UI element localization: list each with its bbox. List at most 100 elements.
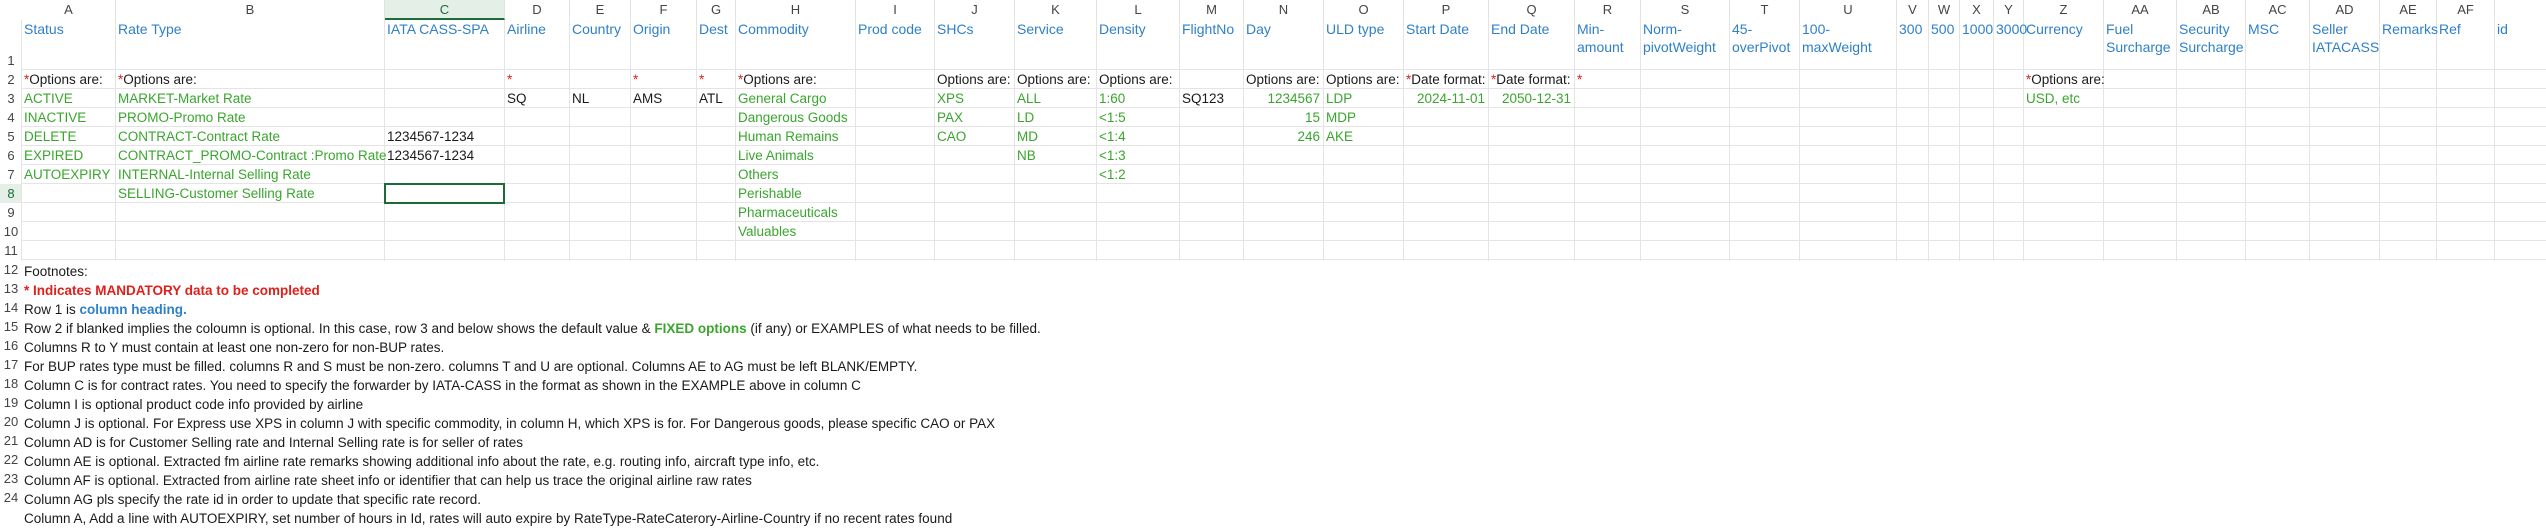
column-header-N[interactable]: N xyxy=(1244,0,1324,20)
cell-H9[interactable]: Pharmaceuticals xyxy=(736,203,838,222)
column-header-K[interactable]: K xyxy=(1015,0,1097,20)
cell-B2[interactable]: *Options are: xyxy=(116,70,197,89)
footnote-24[interactable]: Column A, Add a line with AUTOEXPIRY, se… xyxy=(24,509,952,528)
cell-C5[interactable]: 1234567-1234 xyxy=(385,127,474,146)
column-header-AB[interactable]: AB xyxy=(2177,0,2246,20)
cell-R2[interactable]: * xyxy=(1575,70,1582,89)
footnote-15[interactable]: Columns R to Y must contain at least one… xyxy=(24,338,444,357)
cell-K5[interactable]: MD xyxy=(1015,127,1038,146)
cell-Z1[interactable]: Currency xyxy=(2024,20,2104,70)
cell-L1[interactable]: Density xyxy=(1097,20,1180,70)
cell-AE1[interactable]: Remarks xyxy=(2380,20,2438,70)
cell-B4[interactable]: PROMO-Promo Rate xyxy=(116,108,246,127)
row-header-7[interactable]: 7 xyxy=(0,165,22,184)
cell-G2[interactable]: * xyxy=(697,70,704,89)
cell-J1[interactable]: SHCs xyxy=(935,20,1015,70)
cell-J2[interactable]: Options are: xyxy=(935,70,1011,89)
cell-Z2[interactable]: *Options are: xyxy=(2024,70,2105,89)
footnote-title[interactable]: Footnotes: xyxy=(24,262,88,281)
cell-D1[interactable]: Airline xyxy=(505,20,570,70)
footnote-21[interactable]: Column AE is optional. Extracted fm airl… xyxy=(24,452,819,471)
active-cell-selection[interactable] xyxy=(384,183,505,204)
row-header-2[interactable]: 2 xyxy=(0,70,22,89)
footnote-row1[interactable]: Row 1 is column heading. xyxy=(24,300,187,319)
cell-AB1[interactable]: Security Surcharge xyxy=(2177,20,2246,70)
row-header-11[interactable]: 11 xyxy=(0,241,22,260)
column-header-A[interactable]: A xyxy=(22,0,116,20)
cell-A4[interactable]: INACTIVE xyxy=(22,108,86,127)
cell-B6[interactable]: CONTRACT_PROMO-Contract :Promo Rate xyxy=(116,146,387,165)
cell-E3[interactable]: NL xyxy=(570,89,589,108)
row-header-17[interactable]: 17 xyxy=(0,355,22,374)
cell-H5[interactable]: Human Remains xyxy=(736,127,839,146)
cell-AD1[interactable]: Seller IATACASS xyxy=(2310,20,2380,70)
row-header-8[interactable]: 8 xyxy=(0,184,22,203)
cell-U1[interactable]: 100-maxWeight xyxy=(1800,20,1897,70)
row-header-23[interactable]: 23 xyxy=(0,469,22,488)
footnote-row2[interactable]: Row 2 if blanked implies the coloumn is … xyxy=(24,319,1041,338)
column-header-F[interactable]: F xyxy=(631,0,697,20)
cell-G3[interactable]: ATL xyxy=(697,89,723,108)
column-header-B[interactable]: B xyxy=(116,0,385,20)
cell-E1[interactable]: Country xyxy=(570,20,631,70)
cell-N5[interactable]: 246 xyxy=(1244,127,1324,146)
row-header-19[interactable]: 19 xyxy=(0,393,22,412)
cell-H2[interactable]: *Options are: xyxy=(736,70,817,89)
row-header-3[interactable]: 3 xyxy=(0,89,22,108)
cell-K6[interactable]: NB xyxy=(1015,146,1036,165)
cell-H3[interactable]: General Cargo xyxy=(736,89,827,108)
column-header-V[interactable]: V xyxy=(1897,0,1929,20)
cell-Z3[interactable]: USD, etc xyxy=(2024,89,2080,108)
cell-H7[interactable]: Others xyxy=(736,165,779,184)
cell-D3[interactable]: SQ xyxy=(505,89,527,108)
column-header-C[interactable]: C xyxy=(385,0,505,20)
cell-M3[interactable]: SQ123 xyxy=(1180,89,1224,108)
row-header-4[interactable]: 4 xyxy=(0,108,22,127)
cell-B1[interactable]: Rate Type xyxy=(116,20,385,70)
cell-L4[interactable]: <1:5 xyxy=(1097,108,1126,127)
column-header-D[interactable]: D xyxy=(505,0,570,20)
row-header-18[interactable]: 18 xyxy=(0,374,22,393)
column-header-G[interactable]: G xyxy=(697,0,736,20)
cell-P3[interactable]: 2024-11-01 xyxy=(1404,89,1489,108)
cell-I1[interactable]: Prod code xyxy=(856,20,935,70)
cell-S1[interactable]: Norm-pivotWeight xyxy=(1641,20,1730,70)
cell-L2[interactable]: Options are: xyxy=(1097,70,1173,89)
column-header-Y[interactable]: Y xyxy=(1994,0,2024,20)
cell-L3[interactable]: 1:60 xyxy=(1097,89,1125,108)
cell-P1[interactable]: Start Date xyxy=(1404,20,1489,70)
footnote-22[interactable]: Column AF is optional. Extracted from ai… xyxy=(24,471,752,490)
cell-O5[interactable]: AKE xyxy=(1324,127,1353,146)
cell-X1[interactable]: 1000 xyxy=(1960,20,1994,70)
cell-N3[interactable]: 1234567 xyxy=(1244,89,1324,108)
cell-R1[interactable]: Min-amount xyxy=(1575,20,1641,70)
column-header-W[interactable]: W xyxy=(1929,0,1960,20)
column-header-L[interactable]: L xyxy=(1097,0,1180,20)
cell-B5[interactable]: CONTRACT-Contract Rate xyxy=(116,127,280,146)
column-header-O[interactable]: O xyxy=(1324,0,1404,20)
cell-A5[interactable]: DELETE xyxy=(22,127,77,146)
cell-A6[interactable]: EXPIRED xyxy=(22,146,83,165)
cell-B8[interactable]: SELLING-Customer Selling Rate xyxy=(116,184,315,203)
cell-K2[interactable]: Options are: xyxy=(1015,70,1091,89)
cell-AG1[interactable]: id xyxy=(2495,20,2546,70)
cell-W1[interactable]: 500 xyxy=(1929,20,1960,70)
row-header-6[interactable]: 6 xyxy=(0,146,22,165)
cell-N2[interactable]: Options are: xyxy=(1244,70,1320,89)
cell-N1[interactable]: Day xyxy=(1244,20,1324,70)
cell-H6[interactable]: Live Animals xyxy=(736,146,814,165)
cell-L5[interactable]: <1:4 xyxy=(1097,127,1126,146)
footnote-20[interactable]: Column AD is for Customer Selling rate a… xyxy=(24,433,523,452)
column-header-Q[interactable]: Q xyxy=(1489,0,1575,20)
cell-B7[interactable]: INTERNAL-Internal Selling Rate xyxy=(116,165,311,184)
footnote-23[interactable]: Column AG pls specify the rate id in ord… xyxy=(24,490,481,509)
row-header-20[interactable]: 20 xyxy=(0,412,22,431)
row-header-21[interactable]: 21 xyxy=(0,431,22,450)
cell-J4[interactable]: PAX xyxy=(935,108,963,127)
row-header-14[interactable]: 14 xyxy=(0,298,22,317)
column-header-AC[interactable]: AC xyxy=(2246,0,2310,20)
cell-H1[interactable]: Commodity xyxy=(736,20,856,70)
cell-F1[interactable]: Origin xyxy=(631,20,697,70)
cell-F3[interactable]: AMS xyxy=(631,89,662,108)
cell-A3[interactable]: ACTIVE xyxy=(22,89,73,108)
